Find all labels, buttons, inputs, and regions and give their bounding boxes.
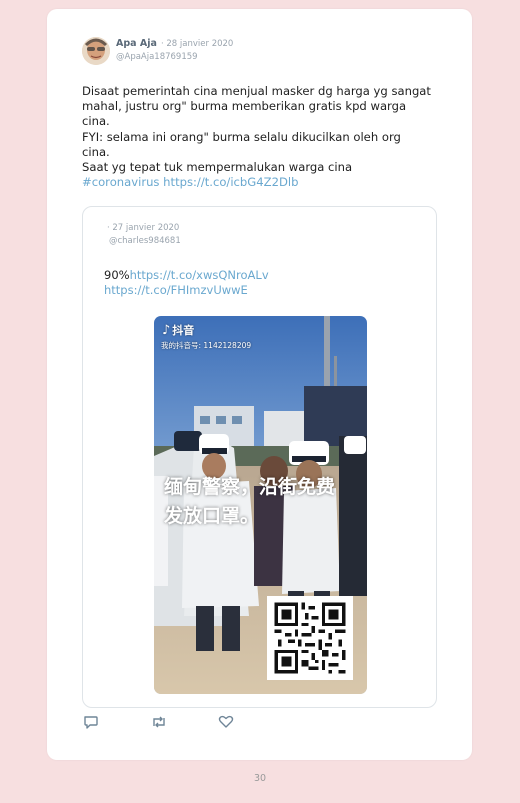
tweet-text-line: cina.: [82, 144, 110, 159]
douyin-logo: ♪ 抖音: [162, 322, 194, 338]
douyin-app-name: 抖音: [172, 324, 195, 337]
tweet-url-link[interactable]: https://t.co/icbG4Z2Dlb: [163, 175, 298, 189]
quoted-link-2[interactable]: https://t.co/FHImzvUwwE: [104, 283, 248, 297]
tweet-actions: [47, 715, 472, 731]
quoted-tweet-text: 90%https://t.co/xwsQNroALv https://t.co/…: [104, 268, 404, 299]
tweet-text-line: Saat yg tepat tuk mempermalukan warga ci…: [82, 160, 353, 175]
page-number: 30: [253, 773, 267, 784]
qr-code: [267, 596, 353, 680]
tweet-text-line: FYI: selama ini orang" burma selalu diku…: [82, 129, 401, 144]
tweet-text-line: Disaat pemerintah cina menjual masker dg…: [82, 84, 431, 98]
tweet-text-line: mahal, justru org" burma memberikan grat…: [82, 99, 407, 114]
author-name[interactable]: Apa Aja: [116, 38, 157, 49]
tweet-card: Apa Aja · 28 janvier 2020 @ApaAja1876915…: [47, 9, 472, 760]
tweet-text: Disaat pemerintah cina menjual masker dg…: [82, 84, 442, 190]
hashtag-link[interactable]: #coronavirus: [82, 175, 159, 189]
author-avatar[interactable]: [82, 37, 110, 65]
music-note-icon: ♪: [162, 323, 171, 338]
quoted-tweet-handle[interactable]: @charles984681: [109, 236, 181, 246]
douyin-account-id: 我的抖音号: 1142128209: [161, 341, 252, 350]
quoted-tweet-date[interactable]: · 27 janvier 2020: [107, 223, 179, 233]
video-thumbnail[interactable]: ♪ 抖音 我的抖音号: 1142128209 缅甸警察，沿街免费 发放口罩。: [154, 316, 367, 694]
tweet-link-line: #coronavirus https://t.co/icbG4Z2Dlb: [82, 175, 442, 190]
quoted-text-line: 90%https://t.co/xwsQNroALv: [104, 268, 404, 283]
retweet-icon[interactable]: [150, 715, 168, 729]
author-handle[interactable]: @ApaAja18769159: [116, 52, 198, 62]
quoted-text-prefix: 90%: [104, 268, 130, 282]
tweet-date[interactable]: · 28 janvier 2020: [161, 39, 233, 49]
quoted-text-line: https://t.co/FHImzvUwwE: [104, 283, 404, 298]
quoted-tweet[interactable]: · 27 janvier 2020 @charles984681 90%http…: [82, 206, 437, 708]
video-caption-line1: 缅甸警察，沿街免费: [164, 476, 336, 498]
reply-icon[interactable]: [83, 715, 99, 729]
tweet-text-line: cina.: [82, 114, 110, 129]
video-caption-line2: 发放口罩。: [164, 505, 260, 527]
quoted-link-1[interactable]: https://t.co/xwsQNroALv: [130, 268, 269, 282]
heart-icon[interactable]: [218, 715, 234, 729]
